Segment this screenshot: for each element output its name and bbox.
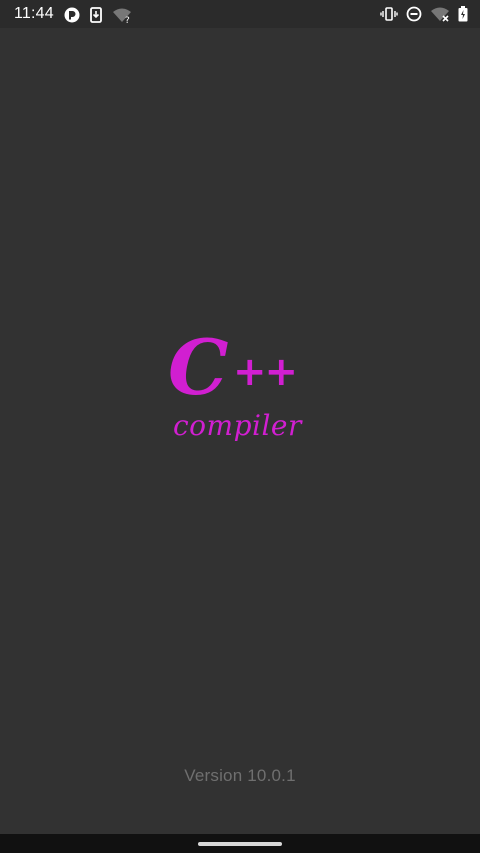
app-version: Version 10.0.1 [184, 766, 296, 785]
status-left-icons: ? [64, 6, 132, 24]
logo-letter-c: C [168, 323, 229, 412]
vibrate-icon [380, 6, 398, 22]
download-notification-icon [90, 7, 102, 23]
wifi-no-internet-icon [430, 6, 450, 22]
app-logo: C ++ compiler [168, 330, 313, 451]
status-time: 11:44 [14, 5, 54, 22]
logo-plus-signs: ++ [233, 349, 298, 395]
status-right-icons [380, 5, 468, 23]
status-bar: 11:44 ? [0, 0, 480, 28]
navigation-bar [0, 834, 480, 853]
home-gesture-handle[interactable] [198, 842, 282, 846]
wifi-unknown-icon: ? [112, 7, 132, 23]
battery-charging-icon [458, 6, 468, 22]
logo-word-compiler: compiler [173, 409, 302, 442]
svg-text:?: ? [125, 16, 130, 23]
splash-screen: C ++ compiler Version 10.0.1 [0, 28, 480, 834]
app-notification-icon [64, 7, 80, 23]
do-not-disturb-icon [406, 6, 422, 22]
